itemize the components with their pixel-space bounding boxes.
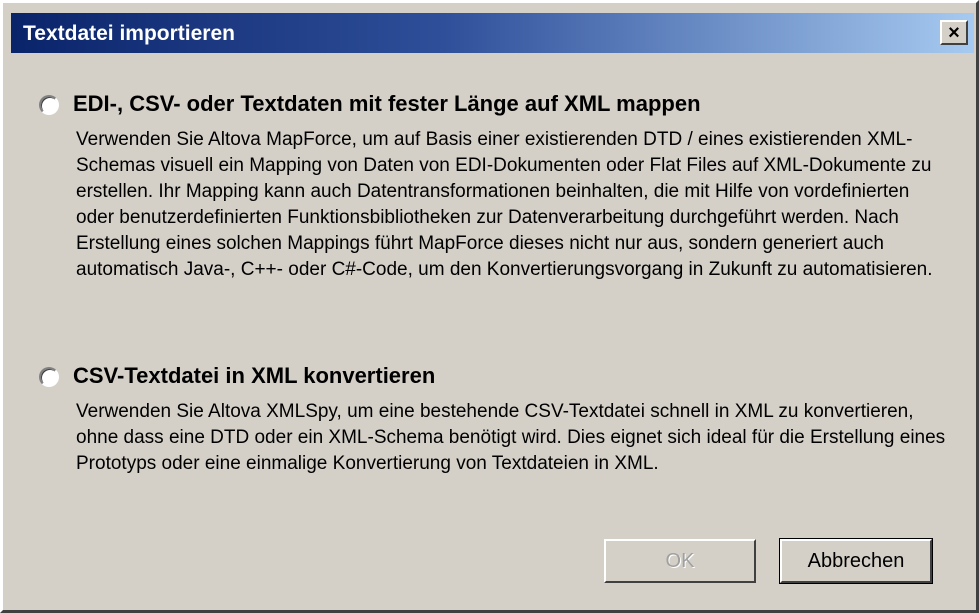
option-edi-csv-mapping-label[interactable]: EDI-, CSV- oder Textdaten mit fester Län… (73, 91, 701, 117)
dialog-title: Textdatei importieren (23, 22, 235, 45)
radio-edi-csv-mapping[interactable] (39, 95, 59, 115)
title-bar[interactable]: Textdatei importieren × (11, 13, 974, 53)
option-csv-to-xml-description: Verwenden Sie Altova XMLSpy, um eine bes… (76, 401, 946, 474)
ok-button[interactable]: OK (604, 539, 756, 583)
close-button[interactable]: × (940, 20, 968, 45)
option-csv-to-xml-label[interactable]: CSV-Textdatei in XML konvertieren (73, 363, 435, 389)
import-text-file-dialog: Textdatei importieren × EDI-, CSV- oder … (0, 0, 979, 613)
radio-csv-to-xml[interactable] (39, 367, 59, 387)
close-icon: × (948, 21, 960, 44)
cancel-button[interactable]: Abbrechen (779, 538, 933, 584)
option-edi-csv-mapping-description: Verwenden Sie Altova MapForce, um auf Ba… (76, 129, 933, 280)
